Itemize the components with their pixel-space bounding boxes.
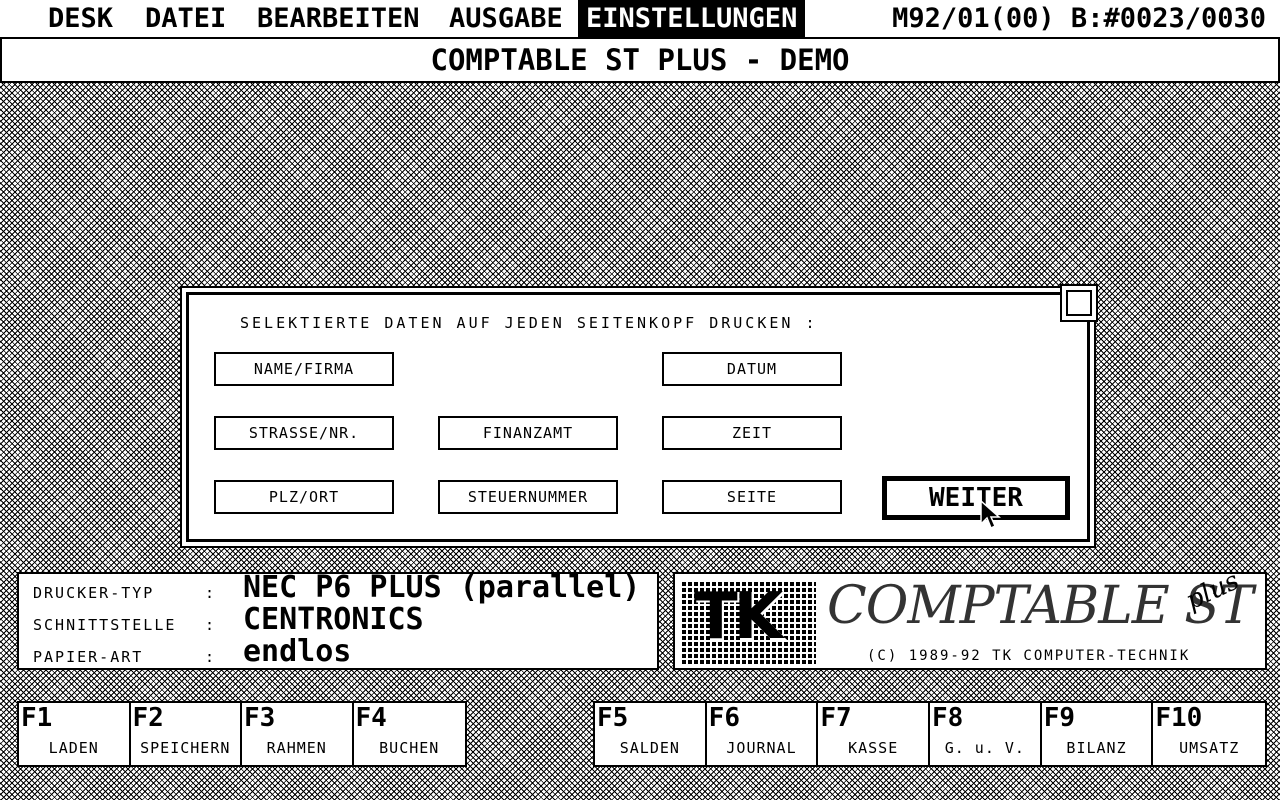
fkey-f4[interactable]: F4 BUCHEN [354,703,466,765]
fkey-number: F2 [132,703,164,733]
fkey-f1[interactable]: F1 LADEN [19,703,131,765]
fkey-number: F10 [1155,703,1203,733]
fkey-f2[interactable]: F2 SPEICHERN [131,703,242,765]
fkey-number: F7 [820,703,852,733]
menu-desk[interactable]: DESK [40,0,121,37]
info-value: CENTRONICS [243,602,424,637]
close-box-icon[interactable] [1060,284,1098,322]
info-label: PAPIER-ART [33,648,144,666]
info-value: endlos [243,634,352,669]
fkey-label: UMSATZ [1179,739,1240,757]
option-steuernummer[interactable]: STEUERNUMMER [438,480,618,514]
fkey-number: F9 [1043,703,1075,733]
fkey-number: F4 [355,703,387,733]
option-datum[interactable]: DATUM [662,352,842,386]
fkey-label: JOURNAL [726,739,797,757]
fkey-label: KASSE [848,739,899,757]
menu-bearbeiten[interactable]: BEARBEITEN [249,0,428,37]
window-title: COMPTABLE ST PLUS - DEMO [0,39,1280,83]
fkey-number: F6 [708,703,740,733]
dialog-prompt: SELEKTIERTE DATEN AUF JEDEN SEITENKOPF D… [240,314,818,332]
fkey-f9[interactable]: F9 BILANZ [1042,703,1154,765]
fkey-label: G. u. V. [944,739,1025,757]
info-label: SCHNITTSTELLE [33,616,177,634]
option-plz-ort[interactable]: PLZ/ORT [214,480,394,514]
function-keys-right: F5 SALDEN F6 JOURNAL F7 KASSE F8 G. u. V… [593,701,1267,767]
info-colon: : [205,584,215,602]
fkey-f8[interactable]: F8 G. u. V. [930,703,1042,765]
fkey-label: LADEN [48,739,99,757]
menu-datei[interactable]: DATEI [137,0,234,37]
info-colon: : [205,648,215,666]
printer-info-panel: DRUCKER-TYP : NEC P6 PLUS (parallel) SCH… [17,570,659,670]
copyright-text: (C) 1989-92 TK COMPUTER-TECHNIK [867,648,1191,664]
option-zeit[interactable]: ZEIT [662,416,842,450]
option-finanzamt[interactable]: FINANZAMT [438,416,618,450]
logo-panel: TK COMPTABLE ST plus (C) 1989-92 TK COMP… [673,566,1267,670]
fkey-label: BUCHEN [379,739,440,757]
fkey-number: F5 [597,703,629,733]
fkey-number: F3 [244,703,276,733]
function-keys-left: F1 LADEN F2 SPEICHERN F3 RAHMEN F4 BUCHE… [17,701,467,767]
menu-einstellungen[interactable]: EINSTELLUNGEN [578,0,806,37]
status-indicator: M92/01(00) B:#0023/0030 [892,3,1266,34]
fkey-number: F8 [932,703,964,733]
fkey-label: SPEICHERN [140,739,231,757]
info-label: DRUCKER-TYP [33,584,155,602]
tk-logo-icon: TK [680,580,816,664]
menu-ausgabe[interactable]: AUSGABE [441,0,571,37]
mouse-pointer-icon [980,500,1001,530]
fkey-f7[interactable]: F7 KASSE [818,703,931,765]
fkey-f10[interactable]: F10 UMSATZ [1153,703,1265,765]
fkey-label: SALDEN [619,739,680,757]
fkey-label: RAHMEN [266,739,327,757]
logo-mark: TK [694,580,783,654]
fkey-f3[interactable]: F3 RAHMEN [242,703,354,765]
menu-bar: DESK DATEI BEARBEITEN AUSGABE EINSTELLUN… [0,0,1280,39]
option-name-firma[interactable]: NAME/FIRMA [214,352,394,386]
info-colon: : [205,616,215,634]
option-strasse-nr[interactable]: STRASSE/NR. [214,416,394,450]
fkey-label: BILANZ [1066,739,1127,757]
fkey-f6[interactable]: F6 JOURNAL [707,703,819,765]
option-seite[interactable]: SEITE [662,480,842,514]
weiter-button[interactable]: WEITER [882,476,1070,520]
info-value: NEC P6 PLUS (parallel) [243,570,641,605]
fkey-f5[interactable]: F5 SALDEN [595,703,707,765]
fkey-number: F1 [21,703,53,733]
